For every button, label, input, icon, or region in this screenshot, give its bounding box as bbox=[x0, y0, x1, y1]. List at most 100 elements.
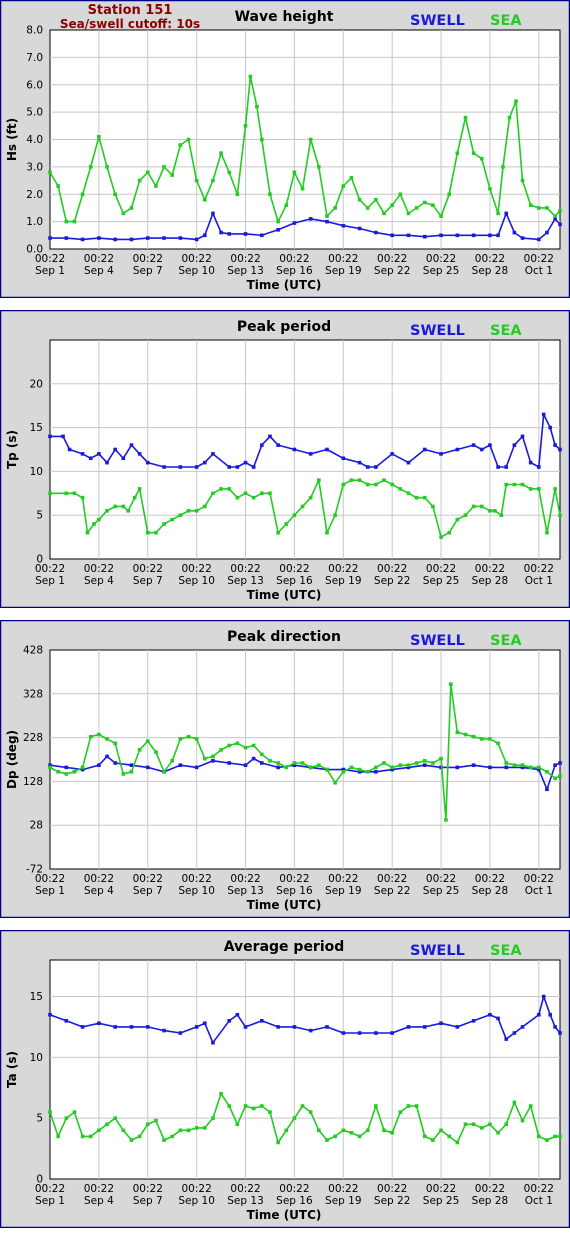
data-point-sea bbox=[105, 509, 109, 513]
data-point-sea bbox=[455, 517, 460, 522]
data-point-swell bbox=[129, 1025, 134, 1029]
y-axis-label: Ta (s) bbox=[5, 1051, 19, 1088]
data-point-swell bbox=[455, 765, 460, 770]
data-point-swell bbox=[520, 1025, 525, 1029]
data-point-sea bbox=[284, 1128, 289, 1133]
y-tick-label: 5 bbox=[36, 510, 43, 522]
data-point-swell bbox=[178, 1031, 183, 1035]
data-point-sea bbox=[512, 1100, 517, 1105]
data-point-sea bbox=[105, 165, 109, 169]
data-point-swell bbox=[471, 1019, 476, 1023]
data-point-sea bbox=[488, 737, 492, 741]
data-point-sea bbox=[528, 203, 533, 207]
x-tick-time: 00:22 bbox=[279, 253, 309, 265]
data-point-sea bbox=[382, 211, 386, 216]
x-tick-date: Sep 19 bbox=[325, 1195, 362, 1207]
data-point-swell bbox=[227, 761, 232, 765]
data-point-sea bbox=[357, 478, 362, 482]
data-point-swell bbox=[260, 1019, 264, 1023]
data-point-sea bbox=[129, 1138, 134, 1142]
data-point-swell bbox=[390, 452, 394, 456]
data-point-swell bbox=[390, 1031, 394, 1035]
data-point-swell bbox=[496, 465, 500, 469]
data-point-sea bbox=[72, 1110, 77, 1114]
data-point-swell bbox=[558, 447, 562, 452]
data-point-sea bbox=[325, 214, 329, 218]
data-point-sea bbox=[80, 495, 85, 500]
data-point-sea bbox=[444, 818, 448, 822]
data-point-swell bbox=[105, 754, 109, 759]
data-point-swell bbox=[422, 1025, 427, 1029]
data-point-swell bbox=[528, 460, 533, 465]
x-tick-date: Sep 10 bbox=[178, 885, 215, 897]
sea-swell-cutoff: Sea/swell cutoff: 10s bbox=[60, 17, 200, 31]
data-point-swell bbox=[488, 443, 492, 447]
data-point-sea bbox=[235, 1122, 240, 1127]
x-tick-time: 00:22 bbox=[230, 873, 260, 885]
data-point-sea bbox=[170, 173, 175, 177]
x-tick-date: Sep 1 bbox=[35, 1195, 65, 1207]
chart-panel-1: 0.0 1.0 2.0 3.0 4.0 5.0 6.0 7.0 8.0 00:22 Sep 1 00:… bbox=[0, 0, 570, 298]
data-point-sea bbox=[479, 737, 484, 741]
data-point-sea bbox=[382, 761, 386, 765]
chart-title: Wave height bbox=[235, 9, 334, 25]
data-point-sea bbox=[227, 170, 232, 175]
x-tick-date: Sep 7 bbox=[133, 885, 163, 897]
data-point-sea bbox=[390, 203, 394, 207]
chart-svg: 05101500:22Sep 100:22Sep 400:22Sep 700:2… bbox=[0, 930, 570, 1228]
data-point-sea bbox=[390, 1130, 394, 1135]
x-tick-date: Sep 22 bbox=[374, 1195, 411, 1207]
data-point-sea bbox=[154, 750, 158, 754]
data-point-sea bbox=[292, 170, 297, 175]
data-point-sea bbox=[431, 761, 435, 765]
data-point-sea bbox=[97, 1128, 101, 1133]
data-point-swell bbox=[235, 1012, 240, 1017]
data-point-sea bbox=[512, 482, 517, 487]
y-tick-label: 3.0 bbox=[26, 161, 43, 173]
data-point-sea bbox=[528, 1104, 533, 1108]
data-point-swell bbox=[145, 460, 150, 465]
data-point-sea bbox=[357, 197, 362, 202]
data-point-sea bbox=[72, 769, 77, 774]
data-point-sea bbox=[243, 745, 248, 750]
plot-area bbox=[49, 959, 561, 1180]
data-point-sea bbox=[56, 184, 60, 188]
data-point-swell bbox=[512, 230, 517, 235]
x-tick-date: Sep 25 bbox=[423, 265, 460, 277]
y-tick-label: 5.0 bbox=[26, 107, 43, 119]
x-tick-date: Sep 19 bbox=[325, 885, 362, 897]
x-tick-date: Sep 25 bbox=[423, 1195, 460, 1207]
data-point-sea bbox=[431, 1138, 435, 1142]
data-point-swell bbox=[251, 756, 256, 761]
data-point-swell bbox=[545, 230, 549, 235]
data-point-swell bbox=[558, 222, 562, 227]
x-tick-date: Sep 13 bbox=[227, 1195, 264, 1207]
data-point-sea bbox=[325, 1138, 329, 1142]
data-point-sea bbox=[422, 759, 427, 763]
data-point-sea bbox=[537, 765, 541, 770]
data-point-sea bbox=[145, 739, 150, 743]
data-point-swell bbox=[178, 236, 183, 240]
data-point-sea bbox=[137, 487, 142, 491]
x-tick-time: 00:22 bbox=[35, 1183, 65, 1195]
x-tick-date: Sep 13 bbox=[227, 265, 264, 277]
data-point-sea bbox=[382, 1128, 386, 1133]
x-axis-label: Time (UTC) bbox=[247, 588, 322, 602]
data-point-sea bbox=[504, 1122, 509, 1127]
data-point-sea bbox=[268, 1110, 272, 1114]
data-point-sea bbox=[499, 513, 504, 517]
data-point-swell bbox=[496, 233, 500, 238]
data-point-sea bbox=[72, 219, 77, 224]
x-tick-date: Sep 22 bbox=[374, 885, 411, 897]
data-point-swell bbox=[227, 465, 232, 469]
x-axis-label: Time (UTC) bbox=[247, 278, 322, 292]
data-point-sea bbox=[251, 495, 256, 500]
y-tick-label: 4.0 bbox=[26, 134, 43, 146]
x-tick-time: 00:22 bbox=[328, 563, 358, 575]
x-tick-time: 00:22 bbox=[328, 1183, 358, 1195]
data-point-sea bbox=[398, 192, 403, 197]
x-tick-time: 00:22 bbox=[279, 873, 309, 885]
x-tick-time: 00:22 bbox=[35, 563, 65, 575]
data-point-swell bbox=[113, 761, 117, 765]
y-tick-label: 2.0 bbox=[26, 189, 43, 201]
